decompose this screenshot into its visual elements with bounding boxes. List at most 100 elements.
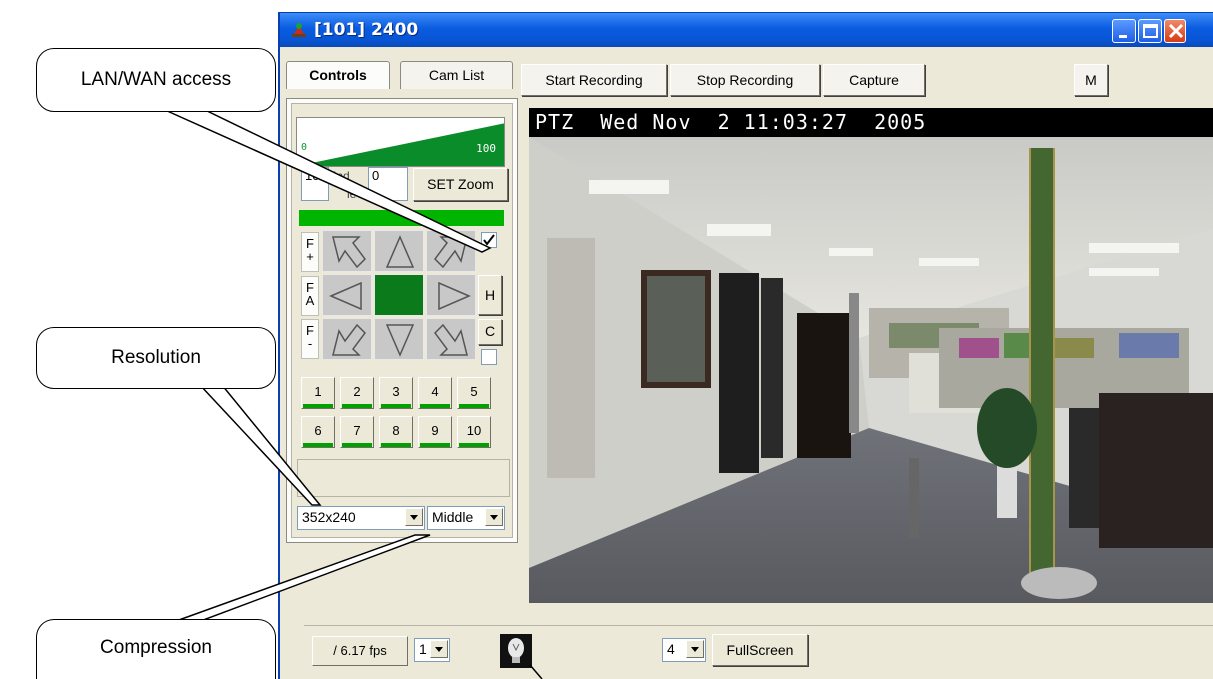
preset-label: 7	[353, 423, 361, 438]
arrow-down-left-icon	[332, 323, 366, 356]
arrow-up-left-icon	[332, 236, 366, 269]
focus-auto-sign: A	[305, 293, 315, 308]
preset-bar	[381, 443, 411, 447]
video-osd-timestamp: PTZ Wed Nov 2 11:03:27 2005	[529, 108, 1213, 137]
preset-bar	[459, 404, 489, 408]
ptz-direction-pad	[322, 230, 477, 362]
chevron-down-icon[interactable]	[430, 640, 448, 658]
preset-bar	[303, 404, 333, 408]
stop-recording-button[interactable]: Stop Recording	[670, 64, 820, 96]
connection-status-bar	[299, 210, 504, 226]
preset-bar	[420, 443, 450, 447]
preset-bar	[420, 404, 450, 408]
zoom-ramp-icon	[297, 123, 504, 166]
zoom-label-partial-2: le	[347, 187, 357, 201]
ptz-up-right-button[interactable]	[426, 230, 476, 272]
preset-label: 5	[470, 384, 478, 399]
resolution-value: 352x240	[302, 509, 356, 525]
lan-wan-checkbox[interactable]	[481, 232, 497, 248]
preset-bar	[303, 443, 333, 447]
app-window: [101] 2400 Controls Cam List 0 100 10 In…	[278, 12, 1213, 679]
chevron-down-icon[interactable]	[405, 508, 423, 526]
chevron-down-icon[interactable]	[485, 508, 503, 526]
ptz-down-right-button[interactable]	[426, 318, 476, 360]
preset-button-2[interactable]: 2	[340, 377, 374, 409]
close-button[interactable]	[1164, 19, 1186, 43]
ptz-up-button[interactable]	[374, 230, 424, 272]
ptz-home-button[interactable]	[374, 274, 424, 316]
lan-wan-callout: LAN/WAN access	[36, 48, 276, 112]
preset-bar	[459, 443, 489, 447]
preset-bar	[342, 404, 372, 408]
option-checkbox[interactable]	[481, 349, 497, 365]
title-bar[interactable]: [101] 2400	[280, 13, 1213, 47]
preset-label: 6	[314, 423, 322, 438]
ptz-right-button[interactable]	[426, 274, 476, 316]
arrow-left-icon	[329, 281, 362, 311]
preset-label: 9	[431, 423, 439, 438]
preset-button-7[interactable]: 7	[340, 416, 374, 448]
zoom-input-right[interactable]: 0	[368, 167, 408, 201]
zoom-input-left[interactable]: 10	[301, 167, 329, 201]
start-recording-button[interactable]: Start Recording	[521, 64, 667, 96]
maximize-icon	[1143, 24, 1158, 38]
bottom-status-bar: / 6.17 fps 1 4 FullScreen	[304, 625, 1213, 675]
fps-select[interactable]: 1	[414, 638, 450, 662]
resolution-callout: Resolution	[36, 327, 276, 389]
arrow-down-right-icon	[434, 323, 468, 356]
preset-button-4[interactable]: 4	[418, 377, 452, 409]
m-button[interactable]: M	[1074, 64, 1108, 96]
lightbulb-button[interactable]	[500, 634, 532, 668]
zoom-label-partial: Ind	[333, 169, 350, 183]
arrow-down-icon	[385, 324, 415, 357]
layout-select-value: 4	[667, 641, 675, 657]
camera-video-feed[interactable]: PTZ Wed Nov 2 11:03:27 2005	[529, 108, 1213, 603]
preset-button-10[interactable]: 10	[457, 416, 491, 448]
focus-near-button[interactable]: F +	[301, 232, 319, 272]
ptz-down-left-button[interactable]	[322, 318, 372, 360]
minimize-icon	[1119, 35, 1127, 38]
zoom-level-graph[interactable]: 0 100	[296, 117, 505, 167]
h-button[interactable]: H	[478, 275, 502, 315]
compression-select[interactable]: Middle	[427, 506, 505, 530]
maximize-button[interactable]	[1138, 19, 1162, 43]
zoom-max-label: 100	[476, 142, 496, 155]
fullscreen-button[interactable]: FullScreen	[712, 634, 808, 666]
zoom-min-label: 0	[301, 142, 308, 153]
focus-far-button[interactable]: F -	[301, 319, 319, 359]
preset-button-1[interactable]: 1	[301, 377, 335, 409]
preset-button-3[interactable]: 3	[379, 377, 413, 409]
preset-label: 2	[353, 384, 361, 399]
preset-button-9[interactable]: 9	[418, 416, 452, 448]
capture-button[interactable]: Capture	[823, 64, 925, 96]
status-area	[297, 459, 510, 497]
window-title: [101] 2400	[314, 20, 419, 40]
ptz-up-left-button[interactable]	[322, 230, 372, 272]
preset-label: 4	[431, 384, 439, 399]
ptz-down-button[interactable]	[374, 318, 424, 360]
arrow-up-right-icon	[434, 236, 468, 269]
fps-select-value: 1	[419, 641, 427, 657]
compression-callout: Compression	[36, 619, 276, 679]
focus-near-sign: +	[306, 249, 314, 264]
focus-auto-button[interactable]: F A	[301, 276, 319, 316]
layout-select[interactable]: 4	[662, 638, 706, 662]
tab-cam-list[interactable]: Cam List	[400, 61, 513, 89]
camera-app-icon	[292, 23, 306, 37]
ptz-left-button[interactable]	[322, 274, 372, 316]
preset-label: 10	[466, 423, 482, 438]
close-icon	[1168, 23, 1184, 39]
preset-bar	[342, 443, 372, 447]
preset-label: 8	[392, 423, 400, 438]
minimize-button[interactable]	[1112, 19, 1136, 43]
checkmark-icon	[483, 234, 495, 246]
preset-button-6[interactable]: 6	[301, 416, 335, 448]
preset-button-8[interactable]: 8	[379, 416, 413, 448]
chevron-down-icon[interactable]	[686, 640, 704, 658]
resolution-select[interactable]: 352x240	[297, 506, 425, 530]
c-button[interactable]: C	[478, 319, 502, 345]
preset-label: 1	[314, 384, 322, 399]
tab-controls[interactable]: Controls	[286, 61, 390, 89]
preset-button-5[interactable]: 5	[457, 377, 491, 409]
set-zoom-button[interactable]: SET Zoom	[413, 168, 508, 201]
